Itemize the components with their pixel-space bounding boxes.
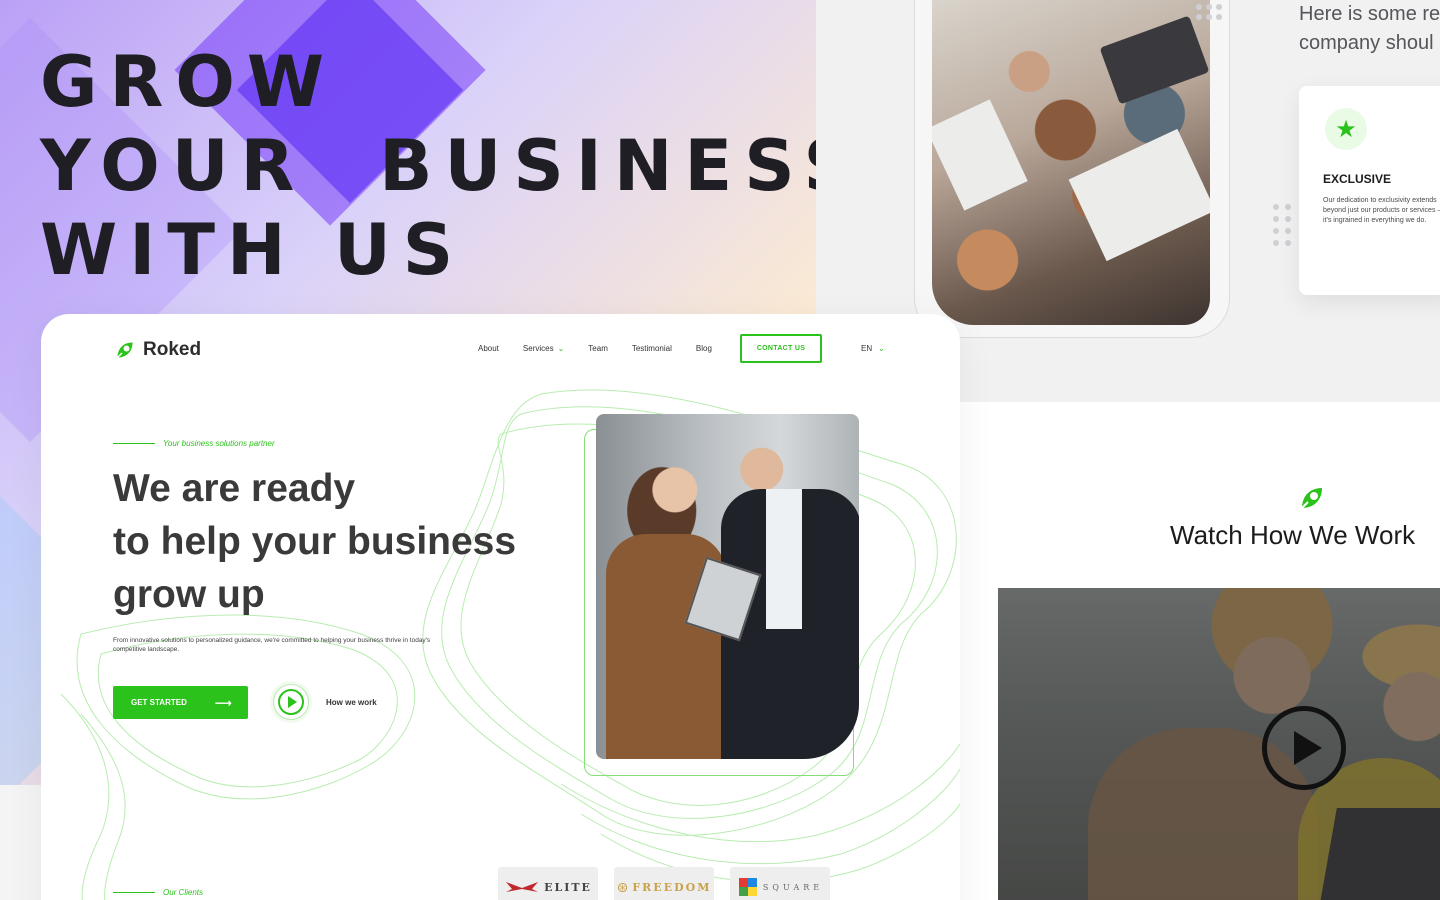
emblem-icon: ⊛ xyxy=(616,878,629,895)
language-selector[interactable]: EN ⌄ xyxy=(861,344,885,353)
headline-line: YOUR BUSINESS xyxy=(40,125,866,207)
wings-icon xyxy=(506,882,539,892)
decorative-dots xyxy=(1273,204,1291,246)
brand-logo[interactable]: Roked xyxy=(113,338,201,362)
tagline-divider xyxy=(113,443,155,444)
nav-blog[interactable]: Blog xyxy=(696,344,712,353)
hero-tagline: Your business solutions partner xyxy=(113,439,275,448)
exclusive-feature-card: ★ EXCLUSIVE Our dedication to exclusivit… xyxy=(1299,86,1440,295)
chevron-down-icon: ⌄ xyxy=(557,344,565,353)
client-logo-freedom: ⊛ FREEDOM xyxy=(614,867,714,900)
clients-divider xyxy=(113,892,155,893)
how-we-work-link[interactable]: How we work xyxy=(326,698,377,707)
chevron-down-icon: ⌄ xyxy=(878,344,885,353)
client-logo-square: SQUARE xyxy=(730,867,830,900)
brand-name: Roked xyxy=(143,339,202,360)
play-icon[interactable] xyxy=(1262,706,1346,790)
hero-headline: GROW YOUR BUSINESS WITH US xyxy=(40,40,866,292)
headline-line: GROW xyxy=(40,41,337,123)
card-description: Our dedication to exclusivity extends be… xyxy=(1323,197,1440,224)
nav-testimonial[interactable]: Testimonial xyxy=(632,344,672,353)
square-logo-icon xyxy=(738,878,757,896)
get-started-button[interactable]: GET STARTED ⟶ xyxy=(113,686,248,719)
contact-us-button[interactable]: CONTACT US xyxy=(740,334,822,363)
watch-title: Watch How We Work xyxy=(1170,520,1416,550)
play-icon[interactable] xyxy=(273,684,309,720)
business-people-photo xyxy=(596,414,859,759)
brand-leaf-icon xyxy=(116,342,133,359)
star-icon: ★ xyxy=(1325,108,1367,150)
mockup-hero-heading: We are ready to help your business grow … xyxy=(113,467,517,616)
client-logo-elite: ELITE xyxy=(498,867,598,900)
video-player[interactable] xyxy=(998,588,1440,900)
website-mockup: Roked About Services ⌄ Team Testimonial B… xyxy=(41,314,960,900)
features-intro-text: Here is some re company shoul xyxy=(1299,3,1440,54)
main-nav: About Services ⌄ Team Testimonial Blog xyxy=(478,344,712,353)
clients-label: Our Clients xyxy=(113,888,203,897)
nav-about[interactable]: About xyxy=(478,344,499,353)
decorative-dots xyxy=(1196,4,1222,20)
brand-leaf-icon xyxy=(1296,482,1328,519)
hero-description: From innovative solutions to personalize… xyxy=(113,637,431,653)
arrow-right-icon: ⟶ xyxy=(214,695,232,710)
team-hands-photo xyxy=(932,0,1210,325)
nav-services[interactable]: Services ⌄ xyxy=(523,344,564,353)
card-title: EXCLUSIVE xyxy=(1323,172,1392,186)
headline-line: WITH US xyxy=(40,209,466,291)
nav-team[interactable]: Team xyxy=(588,344,608,353)
